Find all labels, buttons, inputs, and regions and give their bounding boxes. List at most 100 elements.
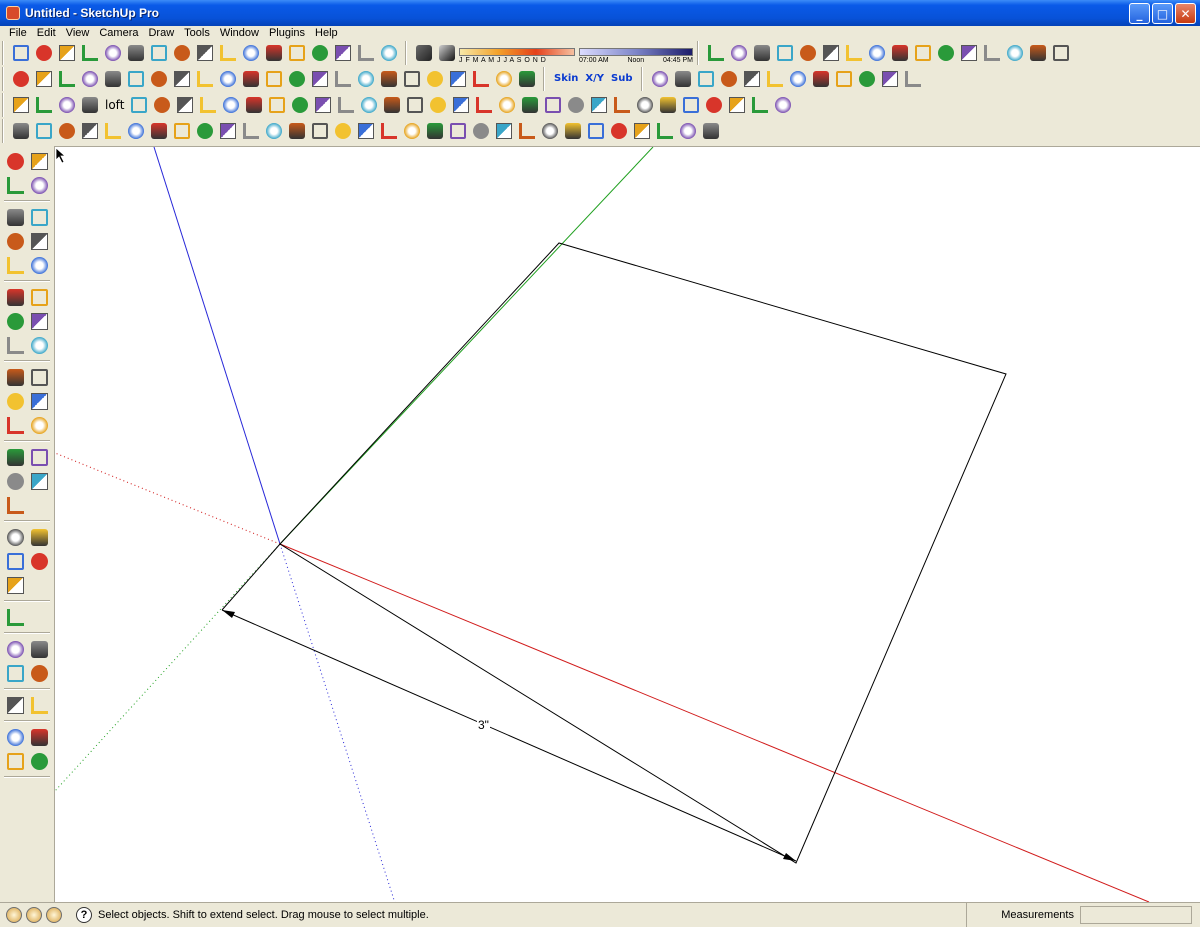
front-view-button[interactable] <box>309 42 331 64</box>
top-view-button[interactable] <box>286 42 308 64</box>
arc-tool-button[interactable] <box>102 68 124 90</box>
previous-view-button[interactable] <box>4 526 26 548</box>
dimension-label[interactable]: 3" <box>477 718 490 732</box>
diagonal-button[interactable] <box>312 94 334 116</box>
left-view-button[interactable] <box>378 42 400 64</box>
menu-camera[interactable]: Camera <box>94 27 143 39</box>
menu-file[interactable]: File <box>4 27 32 39</box>
scroll-button[interactable] <box>879 68 901 90</box>
scenes-button[interactable] <box>1027 42 1049 64</box>
curve-button[interactable] <box>217 68 239 90</box>
spline-button[interactable] <box>263 68 285 90</box>
prism-button[interactable] <box>243 94 265 116</box>
grid-d-button[interactable] <box>447 120 469 142</box>
intersect-button[interactable] <box>56 68 78 90</box>
geo-location-button[interactable] <box>4 638 26 660</box>
new-button[interactable] <box>10 42 32 64</box>
frame-a-button[interactable] <box>608 120 630 142</box>
menu-plugins[interactable]: Plugins <box>264 27 310 39</box>
next-view-button[interactable] <box>28 526 50 548</box>
mirror-button[interactable] <box>335 94 357 116</box>
box-split-button[interactable] <box>174 94 196 116</box>
axes-button[interactable] <box>787 68 809 90</box>
paint-brush-button[interactable] <box>726 94 748 116</box>
eraser-pink-button[interactable] <box>309 120 331 142</box>
rectangle-face-edges[interactable] <box>279 242 1007 864</box>
book-button[interactable] <box>902 68 924 90</box>
shadow-settings-button[interactable] <box>436 42 458 64</box>
right-view-button[interactable] <box>332 42 354 64</box>
save-button[interactable] <box>56 42 78 64</box>
star-button[interactable] <box>56 94 78 116</box>
polygon-tool-button[interactable] <box>4 254 26 276</box>
tilt-button[interactable] <box>450 94 472 116</box>
maximize-button[interactable]: □ <box>1152 3 1173 24</box>
sandbox-stamp-button[interactable] <box>912 42 934 64</box>
xy-button[interactable]: X/Y <box>582 68 607 90</box>
person-button[interactable] <box>772 94 794 116</box>
zoom-window-button[interactable] <box>28 470 50 492</box>
lathe-button[interactable] <box>33 94 55 116</box>
fog-button[interactable] <box>728 42 750 64</box>
menu-help[interactable]: Help <box>310 27 343 39</box>
arc-curve-button[interactable] <box>355 68 377 90</box>
bezier-button[interactable] <box>194 68 216 90</box>
menu-window[interactable]: Window <box>215 27 264 39</box>
box-ochre-button[interactable] <box>654 120 676 142</box>
box-c-button[interactable] <box>102 120 124 142</box>
dimension-tool-button[interactable] <box>28 366 50 388</box>
dimension-line[interactable] <box>221 609 797 862</box>
zigzag-button[interactable] <box>424 68 446 90</box>
pan-hand-button[interactable] <box>28 446 50 468</box>
erase-button[interactable] <box>148 42 170 64</box>
shaded-button[interactable] <box>820 42 842 64</box>
wrench-button[interactable] <box>470 68 492 90</box>
layers-button[interactable] <box>981 42 1003 64</box>
arc-tool-left-button[interactable] <box>28 230 50 252</box>
user-status-icon[interactable] <box>46 907 62 923</box>
play-button[interactable] <box>649 68 671 90</box>
rounded-rect-button[interactable] <box>309 68 331 90</box>
flex-button[interactable] <box>496 94 518 116</box>
grid-a-button[interactable] <box>378 120 400 142</box>
iso-view-button[interactable] <box>263 42 285 64</box>
edge-tool-button[interactable] <box>33 68 55 90</box>
dot-button[interactable] <box>355 120 377 142</box>
sub-button[interactable]: Sub <box>608 68 635 90</box>
freehand-tool-button[interactable] <box>28 254 50 276</box>
tilt-alt-button[interactable] <box>473 94 495 116</box>
skin-button[interactable]: Skin <box>551 68 581 90</box>
move-tool-button[interactable] <box>4 286 26 308</box>
knife-button[interactable] <box>810 68 832 90</box>
model-canvas[interactable] <box>55 147 1200 903</box>
section-button[interactable] <box>1050 42 1072 64</box>
3d-text-button[interactable] <box>28 414 50 436</box>
circle-tool-button[interactable] <box>4 230 26 252</box>
month-slider[interactable]: J F M A M J J A S O N D <box>459 42 575 64</box>
frame-b-button[interactable] <box>631 120 653 142</box>
loft-button[interactable] <box>128 94 150 116</box>
hidden-line-button[interactable] <box>797 42 819 64</box>
star-lines-button[interactable] <box>493 120 515 142</box>
text-tool-button[interactable] <box>28 390 50 412</box>
pencil-button[interactable] <box>33 120 55 142</box>
cut-button[interactable] <box>79 42 101 64</box>
push-up-button[interactable] <box>289 94 311 116</box>
lift-button[interactable] <box>542 94 564 116</box>
shadows-button[interactable] <box>705 42 727 64</box>
hatch-button[interactable] <box>171 68 193 90</box>
double-arrow-button[interactable] <box>266 94 288 116</box>
menu-view[interactable]: View <box>61 27 95 39</box>
pan-button[interactable] <box>10 120 32 142</box>
close-button[interactable]: ✕ <box>1175 3 1196 24</box>
follow-me-button[interactable] <box>10 94 32 116</box>
back-view-button[interactable] <box>355 42 377 64</box>
google-earth-button[interactable] <box>4 662 26 684</box>
panel-button[interactable] <box>148 120 170 142</box>
measurements-input[interactable] <box>1080 906 1192 924</box>
grid-e-button[interactable] <box>470 120 492 142</box>
instructor-help-icon[interactable]: ? <box>76 907 92 923</box>
wave-button[interactable] <box>378 68 400 90</box>
stack-button[interactable] <box>700 120 722 142</box>
fork-button[interactable] <box>680 94 702 116</box>
